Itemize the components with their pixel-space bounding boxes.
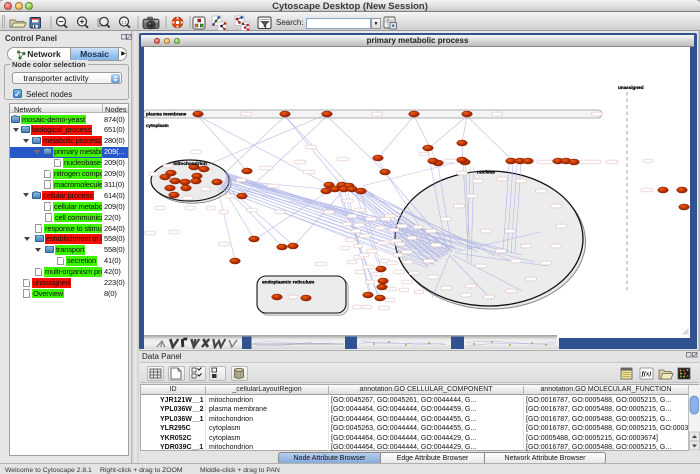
- svg-text:f(x): f(x): [642, 371, 652, 378]
- svg-text:1:1: 1:1: [121, 19, 127, 24]
- svg-text:endoplasmic reticulum: endoplasmic reticulum: [262, 280, 314, 286]
- svg-text:cytoplasm: cytoplasm: [146, 123, 169, 128]
- svg-text:plasma membrane: plasma membrane: [146, 112, 187, 117]
- svg-text:mitochondrion: mitochondrion: [173, 161, 207, 167]
- svg-text:unassigned: unassigned: [618, 85, 644, 90]
- svg-text:nucleus: nucleus: [477, 170, 495, 176]
